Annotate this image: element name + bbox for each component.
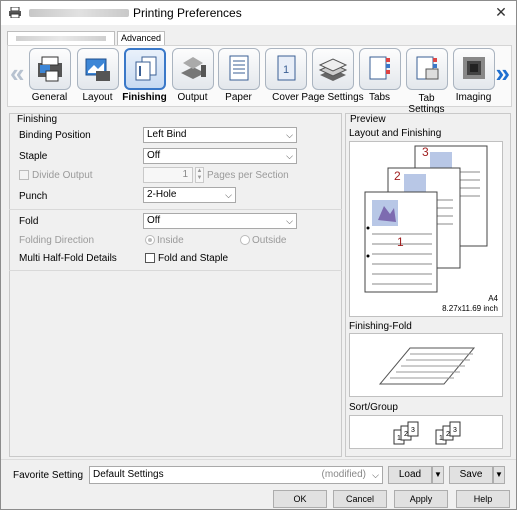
layout-finishing-title: Layout and Finishing: [349, 128, 442, 139]
folding-direction-label: Folding Direction: [19, 235, 95, 246]
output-icon: [171, 48, 214, 90]
staple-select[interactable]: Off ⌵: [143, 148, 297, 164]
page-number-3: 3: [422, 145, 429, 159]
paper-icon: [217, 48, 260, 90]
svg-text:2: 2: [404, 431, 408, 438]
sort-group-icon: 1 2 3 1 2 3: [393, 421, 461, 445]
printer-name-redacted: [29, 9, 129, 17]
layout-icon: [76, 48, 119, 90]
page-settings-icon: [311, 48, 354, 90]
fold-and-staple-label: Fold and Staple: [158, 253, 229, 264]
load-dropdown-icon[interactable]: ▼: [432, 466, 444, 484]
window-title: Printing Preferences: [133, 6, 242, 20]
title-bar: Printing Preferences ✕: [1, 1, 516, 25]
multi-half-fold-label: Multi Half-Fold Details: [19, 253, 117, 264]
inside-radio[interactable]: [145, 235, 155, 245]
feature-ribbon: « General Layout Finishing Output Paper …: [7, 45, 512, 115]
preview-title: Preview: [350, 114, 386, 125]
staple-label: Staple: [19, 151, 48, 162]
divide-output-checkbox[interactable]: [19, 170, 29, 180]
favorite-setting-select[interactable]: Default Settings (modified) ⌵: [89, 466, 383, 484]
apply-button[interactable]: Apply: [394, 490, 448, 508]
binding-position-label: Binding Position: [19, 130, 91, 141]
layout-preview: 3 2 1 A4 8.27x11.69 inch: [349, 141, 503, 317]
favorite-setting-value: Default Settings: [93, 469, 164, 480]
outside-radio[interactable]: [240, 235, 250, 245]
fold-select[interactable]: Off ⌵: [143, 213, 297, 229]
svg-text:1: 1: [397, 435, 401, 442]
fold-and-staple-checkbox[interactable]: [145, 253, 155, 263]
chevron-down-icon: ⌵: [286, 151, 293, 161]
tabs-icon: [358, 48, 401, 90]
printer-app-icon: [9, 7, 21, 18]
pages-per-section-input[interactable]: 1: [143, 167, 193, 183]
chevron-down-icon: ⌵: [225, 190, 232, 200]
scroll-left-icon[interactable]: «: [10, 60, 24, 86]
ribbon-imaging[interactable]: Imaging: [450, 48, 497, 106]
fold-value: Off: [147, 215, 161, 226]
save-dropdown-icon[interactable]: ▼: [493, 466, 505, 484]
scroll-right-icon[interactable]: »: [496, 60, 510, 86]
fold-sheet-preview: [378, 347, 476, 385]
finishing-section-title: Finishing: [17, 114, 58, 125]
close-icon[interactable]: ✕: [486, 1, 516, 25]
svg-text:3: 3: [411, 427, 415, 434]
divider: [1, 459, 516, 460]
fold-label: Fold: [19, 216, 39, 227]
chevron-down-icon: ⌵: [286, 130, 293, 140]
cover-icon: 1: [264, 48, 307, 90]
save-button[interactable]: Save: [449, 466, 493, 484]
sort-group-title: Sort/Group: [349, 402, 398, 413]
svg-text:1: 1: [283, 64, 289, 76]
svg-text:2: 2: [446, 431, 450, 438]
divide-output-label: Divide Output: [32, 170, 93, 181]
load-button[interactable]: Load: [388, 466, 432, 484]
ok-button[interactable]: OK: [273, 490, 327, 508]
tab-main[interactable]: [7, 31, 115, 45]
printer-icon: [28, 48, 71, 90]
finishing-icon: [123, 48, 166, 90]
chevron-down-icon: ⌵: [372, 470, 379, 480]
favorite-setting-label: Favorite Setting: [13, 470, 84, 481]
chevron-down-icon: ⌵: [286, 216, 293, 226]
pages-per-section-label: Pages per Section: [207, 170, 289, 181]
page-number-1: 1: [397, 235, 404, 249]
imaging-icon: [452, 48, 495, 90]
binding-position-value: Left Bind: [147, 129, 187, 140]
tab-advanced[interactable]: Advanced: [117, 31, 165, 45]
punch-label: Punch: [19, 191, 48, 202]
svg-text:1: 1: [439, 435, 443, 442]
sort-preview: 1 2 3 1 2 3: [349, 415, 503, 449]
spinner-arrows-icon[interactable]: ▲ ▼: [195, 167, 204, 183]
modified-indicator: (modified): [321, 469, 366, 480]
tab-settings-icon: [405, 48, 448, 90]
binding-position-select[interactable]: Left Bind ⌵: [143, 127, 297, 143]
ribbon-label: Imaging: [455, 92, 492, 103]
paper-dims-label: 8.27x11.69 inch: [442, 304, 498, 313]
svg-text:3: 3: [453, 427, 457, 434]
punch-select[interactable]: 2-Hole ⌵: [143, 187, 236, 203]
punch-value: 2-Hole: [147, 189, 177, 200]
staple-value: Off: [147, 150, 161, 161]
inside-label: Inside: [157, 235, 184, 246]
printing-preferences-window: Printing Preferences ✕ Advanced « Genera…: [0, 0, 517, 510]
finishing-panel: [9, 113, 342, 457]
page-stack-preview: 3 2 1: [364, 145, 488, 293]
cancel-button[interactable]: Cancel: [333, 490, 387, 508]
help-button[interactable]: Help: [456, 490, 510, 508]
page-number-2: 2: [394, 169, 401, 183]
finishing-fold-title: Finishing-Fold: [349, 321, 412, 332]
paper-size-label: A4: [488, 294, 498, 303]
outside-label: Outside: [252, 235, 287, 246]
fold-preview: [349, 333, 503, 397]
